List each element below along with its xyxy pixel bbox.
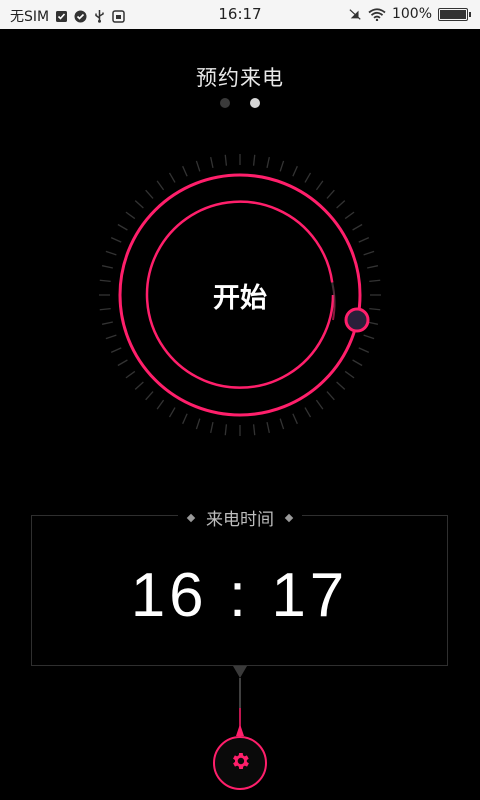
dial-tick <box>344 370 355 379</box>
dial-tick <box>134 200 144 209</box>
dial-tick <box>252 424 256 436</box>
dial-tick <box>336 200 346 209</box>
dial-tick <box>304 172 312 183</box>
dial-tick <box>304 407 312 418</box>
call-time-label: 来电时间 <box>206 510 274 530</box>
dial-tick <box>279 418 285 430</box>
battery-icon <box>438 7 471 21</box>
page-dot[interactable] <box>250 98 260 108</box>
dial-tick <box>125 370 136 379</box>
dial-tick <box>279 160 285 172</box>
dial-tick <box>315 399 324 410</box>
dial-tick <box>105 334 117 340</box>
call-time-value[interactable]: 16 : 17 <box>31 560 448 631</box>
dial-tick <box>168 172 176 183</box>
dial-tick <box>336 381 346 390</box>
dial-tick <box>224 154 228 166</box>
gear-icon <box>229 750 251 776</box>
dial-tick <box>252 154 256 166</box>
dial-tick <box>292 165 298 177</box>
dial-tick <box>358 237 370 243</box>
page-dot[interactable] <box>220 98 230 108</box>
dial-tick <box>110 347 122 353</box>
dial-tick <box>210 156 214 168</box>
diamond-icon <box>186 513 196 522</box>
dial-tick <box>315 180 324 191</box>
start-button[interactable]: 开始 <box>95 276 385 315</box>
settings-connector <box>233 666 247 736</box>
page-title: 预约来电 <box>196 66 284 90</box>
dial-tick <box>367 265 379 269</box>
dial-tick <box>352 359 363 367</box>
status-bar: 无SIM 16:17 100% <box>0 0 480 29</box>
dial-tick <box>168 407 176 418</box>
dial-tick <box>266 156 270 168</box>
dial-tick <box>110 237 122 243</box>
dial-tick <box>292 413 298 425</box>
dial-tick <box>266 422 270 434</box>
dial-tick <box>134 381 144 390</box>
dial-tick <box>326 391 335 401</box>
dial-tick <box>326 189 335 199</box>
dial-tick <box>352 223 363 231</box>
dial-tick <box>358 347 370 353</box>
wifi-icon <box>368 7 386 21</box>
dial-tick <box>145 189 154 199</box>
dial-tick <box>105 250 117 256</box>
diamond-icon <box>284 513 294 522</box>
dial-tick <box>117 359 128 367</box>
dial-tick <box>156 399 165 410</box>
dial-tick <box>210 422 214 434</box>
page-indicator[interactable] <box>0 98 480 108</box>
dial-tick <box>363 250 375 256</box>
dial-tick <box>182 165 188 177</box>
dial-tick <box>363 334 375 340</box>
dial-tick <box>117 223 128 231</box>
dial-handle-target[interactable] <box>344 308 372 336</box>
dial-tick <box>156 180 165 191</box>
dial-tick <box>101 265 113 269</box>
dial-tick <box>195 418 201 430</box>
dial-tick <box>125 211 136 220</box>
dial-tick <box>195 160 201 172</box>
mute-icon <box>349 8 362 21</box>
dial-tick <box>145 391 154 401</box>
dial-tick <box>182 413 188 425</box>
settings-button[interactable] <box>213 736 267 790</box>
dial-tick <box>224 424 228 436</box>
dial-tick <box>344 211 355 220</box>
battery-percent: 100% <box>391 6 432 22</box>
dial-tick <box>101 321 113 325</box>
